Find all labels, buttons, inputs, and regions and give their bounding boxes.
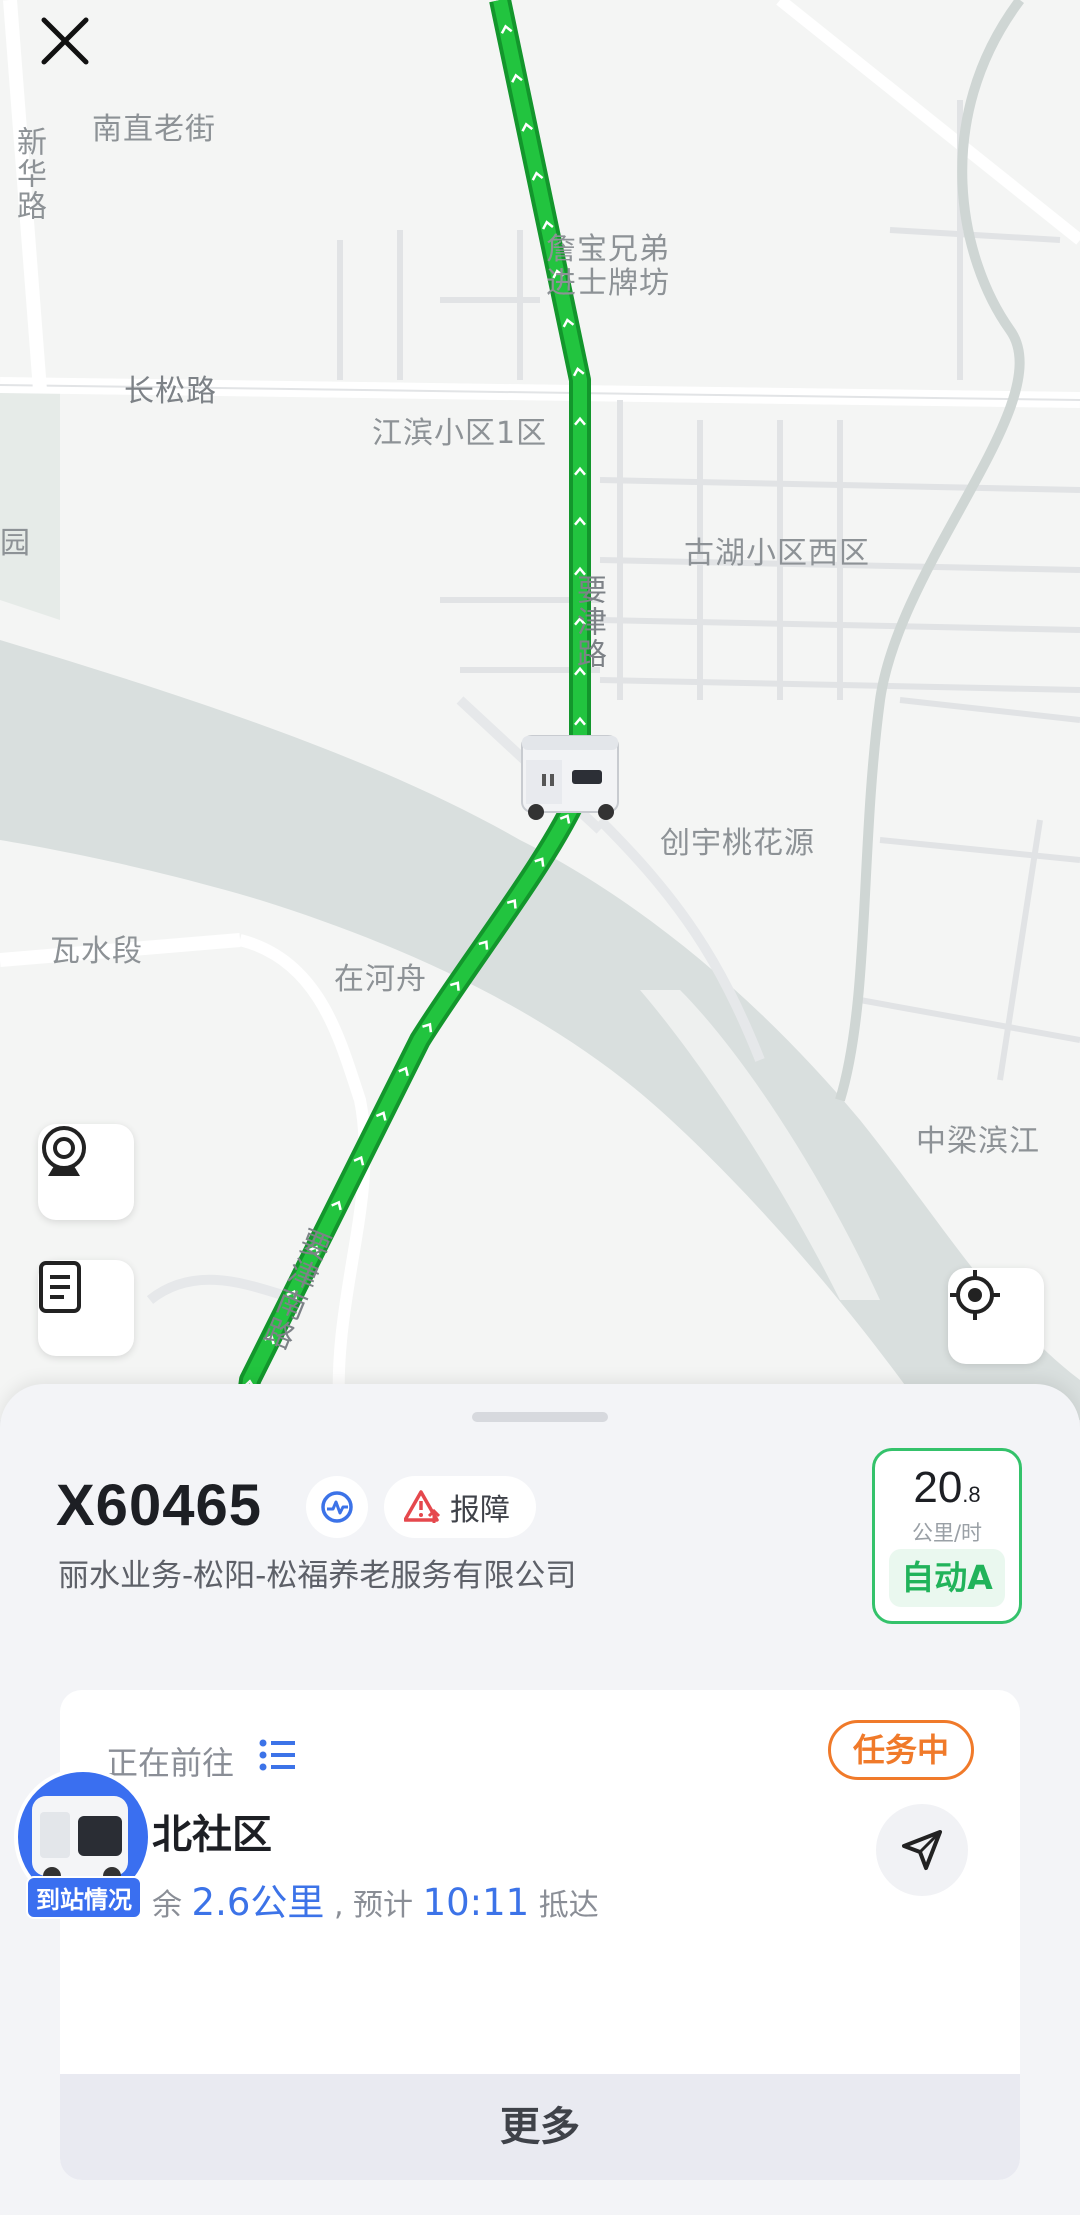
speed-unit: 公里/时 bbox=[911, 1521, 983, 1545]
map-label: 南直老街 bbox=[92, 112, 216, 147]
drag-handle[interactable] bbox=[472, 1412, 608, 1422]
eta-prefix: 余 bbox=[152, 1888, 182, 1923]
arrival-status-label[interactable]: 到站情况 bbox=[26, 1876, 142, 1919]
map-label: 在河舟 bbox=[334, 962, 427, 997]
speed-value: 20.8 bbox=[875, 1463, 1019, 1513]
map-label: 中梁滨江 bbox=[916, 1124, 1040, 1159]
map-label: 创宇桃花源 bbox=[660, 826, 815, 861]
speed-panel: 20.8 公里/时 自动A bbox=[872, 1448, 1022, 1624]
close-button[interactable] bbox=[38, 14, 106, 82]
document-icon bbox=[39, 1261, 81, 1313]
map-view[interactable]: 南直老街 新华路 詹宝兄弟 进士牌坊 长松路 江滨小区1区 古湖小区西区 要津路… bbox=[0, 0, 1080, 1420]
locate-button[interactable] bbox=[948, 1268, 1044, 1364]
task-status-badge: 任务中 bbox=[828, 1720, 974, 1780]
eta-line: 余 2.6公里 , 预计 10:11 抵达 bbox=[152, 1872, 599, 1926]
vehicle-marker bbox=[521, 735, 619, 820]
vehicle-info-sheet[interactable]: X60465 报障 丽水业务-松阳-松福养老服务有限公司 20.8 公里/时 自… bbox=[0, 1384, 1080, 2215]
sync-button[interactable] bbox=[306, 1476, 368, 1538]
map-label: 古湖小区西区 bbox=[684, 536, 870, 571]
map-label: 要津路 bbox=[571, 574, 606, 670]
map-label: 瓦水段 bbox=[50, 934, 143, 969]
close-icon bbox=[41, 17, 89, 65]
navigate-button[interactable] bbox=[876, 1804, 968, 1896]
locate-icon bbox=[950, 1270, 1000, 1320]
report-fault-button[interactable]: 报障 bbox=[384, 1476, 536, 1538]
speed-decimal: .8 bbox=[962, 1482, 981, 1507]
drive-mode-badge: 自动A bbox=[889, 1549, 1005, 1607]
more-button[interactable]: 更多 bbox=[60, 2074, 1020, 2180]
eta-mid: , 预计 bbox=[333, 1888, 414, 1923]
map-label: 江滨小区1区 bbox=[372, 416, 548, 451]
remaining-distance: 2.6公里 bbox=[191, 1881, 325, 1924]
task-heading: 正在前往 bbox=[106, 1744, 235, 1782]
map-label: 进士牌坊 bbox=[546, 266, 670, 301]
map-label: 长松路 bbox=[124, 374, 217, 409]
map-label: 园 bbox=[0, 526, 31, 561]
map-label: 新华路 bbox=[11, 126, 46, 222]
log-button[interactable] bbox=[38, 1260, 134, 1356]
camera-icon bbox=[42, 1126, 86, 1176]
sync-icon bbox=[321, 1491, 353, 1523]
speed-integer: 20 bbox=[913, 1463, 963, 1512]
company-name: 丽水业务-松阳-松福养老服务有限公司 bbox=[58, 1558, 577, 1594]
eta-suffix: 抵达 bbox=[538, 1888, 599, 1923]
list-icon[interactable] bbox=[258, 1736, 298, 1774]
camera-button[interactable] bbox=[38, 1124, 134, 1220]
report-fault-label: 报障 bbox=[450, 1493, 510, 1528]
map-canvas bbox=[0, 0, 1080, 1420]
warning-icon bbox=[404, 1490, 441, 1523]
task-card[interactable]: 正在前往 任务中 北社区 余 2.6公里 , 预计 10:11 抵达 更多 bbox=[60, 1690, 1020, 2180]
vehicle-id: X60465 bbox=[56, 1473, 262, 1538]
navigation-arrow-icon bbox=[902, 1830, 942, 1870]
destination-name: 北社区 bbox=[152, 1812, 272, 1858]
arrival-time: 10:11 bbox=[422, 1881, 530, 1924]
